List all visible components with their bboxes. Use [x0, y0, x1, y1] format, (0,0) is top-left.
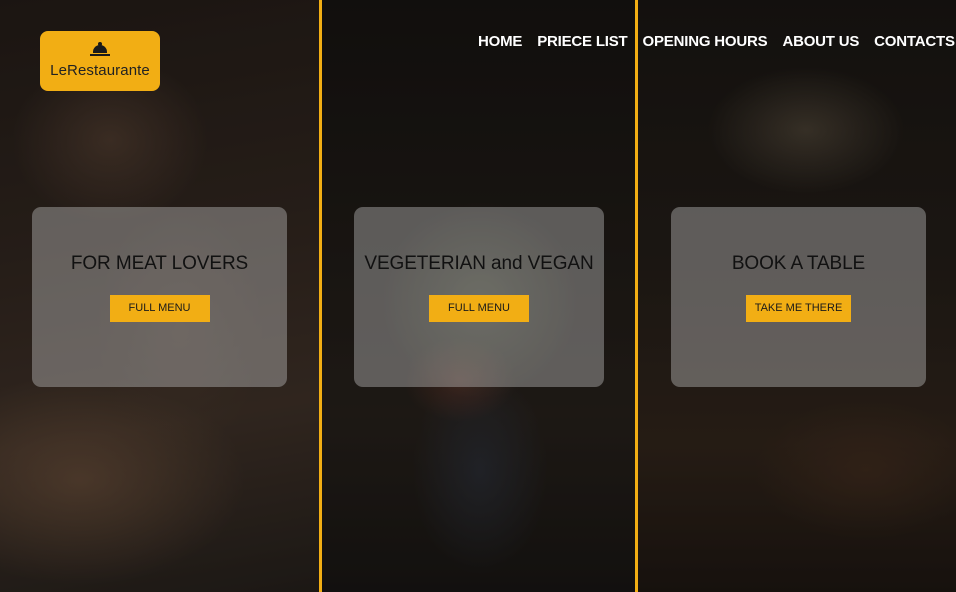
- nav-about-us[interactable]: ABOUT US: [782, 33, 859, 50]
- nav-opening-hours[interactable]: OPENING HOURS: [643, 33, 768, 50]
- logo[interactable]: LeRestaurante: [40, 31, 160, 91]
- vegan-card: VEGETERIAN and VEGAN FULL MENU: [354, 207, 604, 387]
- cloche-icon: [90, 42, 110, 58]
- full-menu-button[interactable]: FULL MENU: [429, 295, 529, 322]
- nav-home[interactable]: HOME: [478, 33, 522, 50]
- card-title: FOR MEAT LOVERS: [70, 253, 249, 274]
- card-title: VEGETERIAN and VEGAN: [364, 253, 594, 274]
- panel-divider: [635, 0, 638, 592]
- full-menu-button[interactable]: FULL MENU: [109, 295, 210, 322]
- take-me-there-button[interactable]: TAKE ME THERE: [745, 295, 852, 322]
- panel-divider: [319, 0, 322, 592]
- main-nav: HOME PRIECE LIST OPENING HOURS ABOUT US …: [478, 33, 955, 50]
- nav-contacts[interactable]: CONTACTS: [874, 33, 955, 50]
- meat-lovers-card: FOR MEAT LOVERS FULL MENU: [32, 207, 287, 387]
- logo-text: LeRestaurante: [50, 62, 150, 79]
- book-table-card: BOOK A TABLE TAKE ME THERE: [671, 207, 926, 387]
- nav-price-list[interactable]: PRIECE LIST: [537, 33, 628, 50]
- card-title: BOOK A TABLE: [731, 253, 866, 274]
